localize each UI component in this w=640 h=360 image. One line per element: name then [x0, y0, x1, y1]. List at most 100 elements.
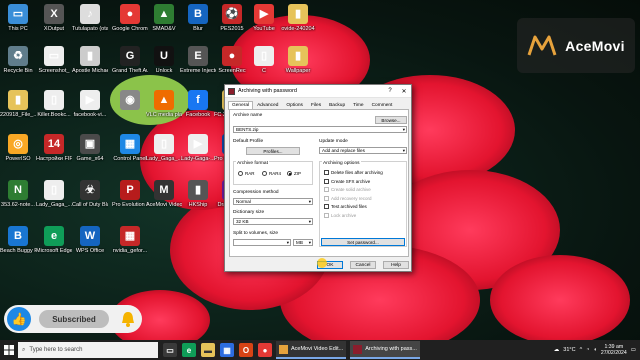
- desktop-icon[interactable]: ▮ 220918_File_...: [0, 90, 36, 118]
- desktop-icon[interactable]: ● Google Chrome: [112, 4, 148, 32]
- desktop-icon[interactable]: ▯ Lady_Gaga_...: [36, 180, 72, 208]
- desktop-icon[interactable]: B Blur: [180, 4, 216, 32]
- desktop-icon[interactable]: G Grand Theft Auto: [112, 46, 148, 74]
- desktop-icon[interactable]: E Extreme Injector v3: [180, 46, 216, 74]
- profiles-button[interactable]: Profiles...: [246, 147, 300, 155]
- desktop-icon[interactable]: W WPS Office: [72, 226, 108, 254]
- desktop-icon[interactable]: P Pro Evolution Soccer 201...: [112, 180, 148, 208]
- archiving-option[interactable]: Test archived files: [324, 204, 367, 210]
- desktop-icon[interactable]: ▭ This PC: [0, 4, 36, 32]
- desktop-icon[interactable]: N 353.62-note...: [0, 180, 36, 208]
- desktop-icon[interactable]: ▮ Wallpaper: [280, 46, 316, 74]
- format-radio-rar[interactable]: RAR: [238, 171, 255, 176]
- app-icon: ▲: [154, 4, 174, 24]
- desktop-icon[interactable]: ▮ HKShip: [180, 180, 216, 208]
- checkbox[interactable]: [324, 178, 329, 184]
- desktop-icon[interactable]: ▮ Apostle Michael Oro...: [72, 46, 108, 74]
- desktop-icon[interactable]: ▲ VLC media player: [146, 90, 182, 118]
- desktop-icon[interactable]: M AceMovi Video Editor: [146, 180, 182, 208]
- cursor-highlight: [317, 258, 327, 268]
- office-icon[interactable]: O: [239, 343, 253, 357]
- desktop-icon[interactable]: ▯ C: [246, 46, 282, 74]
- desktop-icon[interactable]: ▯ Killer.Bookc...: [36, 90, 72, 118]
- desktop-icon[interactable]: ◉: [112, 90, 148, 112]
- app-icon: G: [120, 46, 140, 66]
- desktop-icon[interactable]: ▶ Lady-Gaga-...: [180, 134, 216, 162]
- app-icon: P: [120, 180, 140, 200]
- desktop-icon[interactable]: ▦ Control Panel: [112, 134, 148, 162]
- desktop-icon[interactable]: ▲ SMAD&V: [146, 4, 182, 32]
- desktop-icon[interactable]: e Microsoft Edge: [36, 226, 72, 254]
- set-password-button[interactable]: Set password...: [321, 238, 405, 246]
- split-unit-select[interactable]: MB: [293, 239, 313, 246]
- weather-icon[interactable]: ☁: [554, 347, 560, 353]
- archive-format-group: Archive format RAR RAR4 ZIP: [233, 161, 313, 185]
- subscribed-button[interactable]: Subscribed: [39, 310, 109, 328]
- archiving-option[interactable]: Create SFX archive: [324, 178, 370, 184]
- tray-chevron-icon[interactable]: ^: [580, 347, 583, 353]
- chrome-icon[interactable]: ●: [258, 343, 272, 357]
- format-radio-zip[interactable]: ZIP: [287, 171, 301, 176]
- edge-icon[interactable]: e: [182, 343, 196, 357]
- checkbox[interactable]: [324, 204, 329, 210]
- desktop-icon[interactable]: ▮ ovide-240204: [280, 4, 316, 32]
- desktop-icon-label: Grand Theft Auto: [112, 68, 148, 74]
- desktop-icon[interactable]: ▶ YouTube: [246, 4, 282, 32]
- desktop-icon-label: ScreenRec: [218, 68, 246, 74]
- desktop-icon[interactable]: ▦ nvidia_gefor...: [112, 226, 148, 254]
- store-icon[interactable]: ▦: [220, 343, 234, 357]
- browse-button[interactable]: Browse...: [375, 116, 407, 124]
- like-icon[interactable]: 👍: [7, 307, 31, 331]
- close-icon[interactable]: ✕: [397, 88, 411, 95]
- acemovi-logo-text: AceMovi: [565, 37, 625, 54]
- start-button[interactable]: [0, 340, 18, 360]
- update-mode-select[interactable]: Add and replace files: [319, 147, 407, 154]
- desktop-icon[interactable]: ◎ PowerISO: [0, 134, 36, 162]
- task-view-icon[interactable]: ▭: [163, 343, 177, 357]
- radio-indicator[interactable]: [287, 171, 292, 176]
- notifications-icon[interactable]: ▭: [631, 347, 636, 353]
- bell-icon[interactable]: [119, 310, 137, 328]
- desktop-icon-label: Lady_Gaga_...: [36, 202, 72, 208]
- taskbar-search-box[interactable]: ⌕ Type here to search: [18, 342, 158, 358]
- desktop-icon[interactable]: f Facebook: [180, 90, 216, 118]
- dictionary-select[interactable]: 32 KB: [233, 218, 313, 225]
- option-label: Add recovery record: [331, 195, 372, 201]
- checkbox: [324, 187, 329, 193]
- format-radio-rar4[interactable]: RAR4: [262, 171, 281, 176]
- compression-select[interactable]: Normal: [233, 198, 313, 205]
- taskbar-app-button[interactable]: AceMovi Video Edit...: [276, 341, 347, 359]
- desktop-icon[interactable]: ▶ facebook-vi...: [72, 90, 108, 118]
- desktop-icon[interactable]: X XOutput: [36, 4, 72, 32]
- file-explorer-icon[interactable]: ▬: [201, 343, 215, 357]
- network-icon[interactable]: ◔: [586, 347, 589, 353]
- archiving-option: Add recovery record: [324, 195, 372, 201]
- radio-indicator[interactable]: [238, 171, 243, 176]
- split-size-select[interactable]: [233, 239, 291, 246]
- dialog-titlebar[interactable]: Archiving with password ? ✕: [225, 85, 411, 98]
- desktop-icon[interactable]: ▭ Screenshot_: [36, 46, 72, 74]
- desktop-icon[interactable]: ▣ Game_x64: [72, 134, 108, 162]
- help-button[interactable]: Help: [383, 261, 409, 269]
- desktop-icon[interactable]: 14 Настройки FIFA14: [36, 134, 72, 162]
- cancel-button[interactable]: Cancel: [350, 261, 376, 269]
- desktop-icon[interactable]: ♻ Recycle Bin: [0, 46, 36, 74]
- desktop-icon[interactable]: ▯ Lady_Gaga_...: [146, 134, 182, 162]
- help-title-button[interactable]: ?: [383, 88, 397, 94]
- desktop-icon[interactable]: B Beach Buggy Racing: [0, 226, 36, 254]
- archive-name-field[interactable]: BENTS.zip: [233, 126, 407, 133]
- desktop-icon[interactable]: U Unlock: [146, 46, 182, 74]
- desktop-icon[interactable]: ♪ Tutulapato (otan cover): [72, 4, 108, 32]
- search-placeholder: Type here to search: [29, 347, 83, 353]
- desktop-icon[interactable]: ☣ Call of Duty Black Ops: [72, 180, 108, 208]
- radio-indicator[interactable]: [262, 171, 267, 176]
- desktop-icon-label: Killer.Bookc...: [37, 112, 71, 118]
- archiving-option[interactable]: Delete files after archiving: [324, 170, 383, 175]
- taskbar-app-button[interactable]: Archiving with pass...: [350, 341, 420, 359]
- checkbox[interactable]: [324, 170, 329, 175]
- desktop-icon[interactable]: ● ScreenRec: [214, 46, 250, 74]
- weather-temp[interactable]: 31°C: [563, 347, 575, 353]
- clock[interactable]: 1:39 am 27/02/2024: [601, 344, 627, 357]
- volume-icon[interactable]: ◖: [594, 347, 597, 353]
- desktop-icon[interactable]: ⚽ PES2015: [214, 4, 250, 32]
